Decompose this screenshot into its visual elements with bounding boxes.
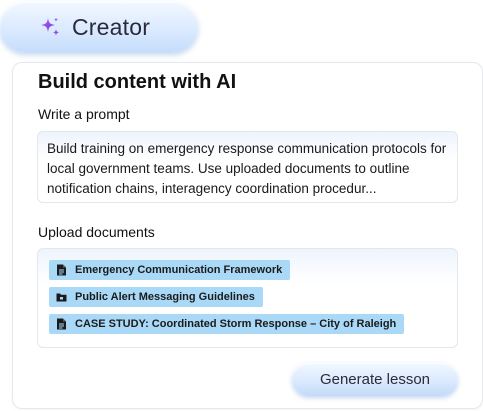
card-title: Build content with AI bbox=[38, 71, 237, 93]
prompt-label: Write a prompt bbox=[38, 106, 130, 122]
sparkle-icon bbox=[41, 17, 60, 36]
build-content-card: Build content with AI Write a prompt Bui… bbox=[12, 62, 483, 409]
document-chip[interactable]: Emergency Communication Framework bbox=[49, 260, 291, 280]
folder-icon bbox=[56, 293, 67, 302]
app-title: Creator bbox=[72, 13, 151, 40]
document-name: CASE STUDY: Coordinated Storm Response –… bbox=[75, 318, 397, 330]
document-name: Public Alert Messaging Guidelines bbox=[75, 291, 255, 303]
creator-header[interactable]: Creator bbox=[0, 2, 198, 52]
document-chip[interactable]: Public Alert Messaging Guidelines bbox=[49, 287, 263, 307]
prompt-textarea[interactable]: Build training on emergency response com… bbox=[37, 131, 458, 203]
prompt-text: Build training on emergency response com… bbox=[47, 141, 447, 196]
upload-dropzone[interactable]: Emergency Communication Framework Public… bbox=[37, 248, 458, 348]
upload-label: Upload documents bbox=[38, 224, 155, 240]
document-icon bbox=[57, 264, 66, 276]
document-chip[interactable]: CASE STUDY: Coordinated Storm Response –… bbox=[49, 314, 405, 334]
document-name: Emergency Communication Framework bbox=[75, 264, 283, 276]
generate-lesson-button[interactable]: Generate lesson bbox=[292, 363, 458, 396]
document-icon bbox=[57, 318, 66, 330]
